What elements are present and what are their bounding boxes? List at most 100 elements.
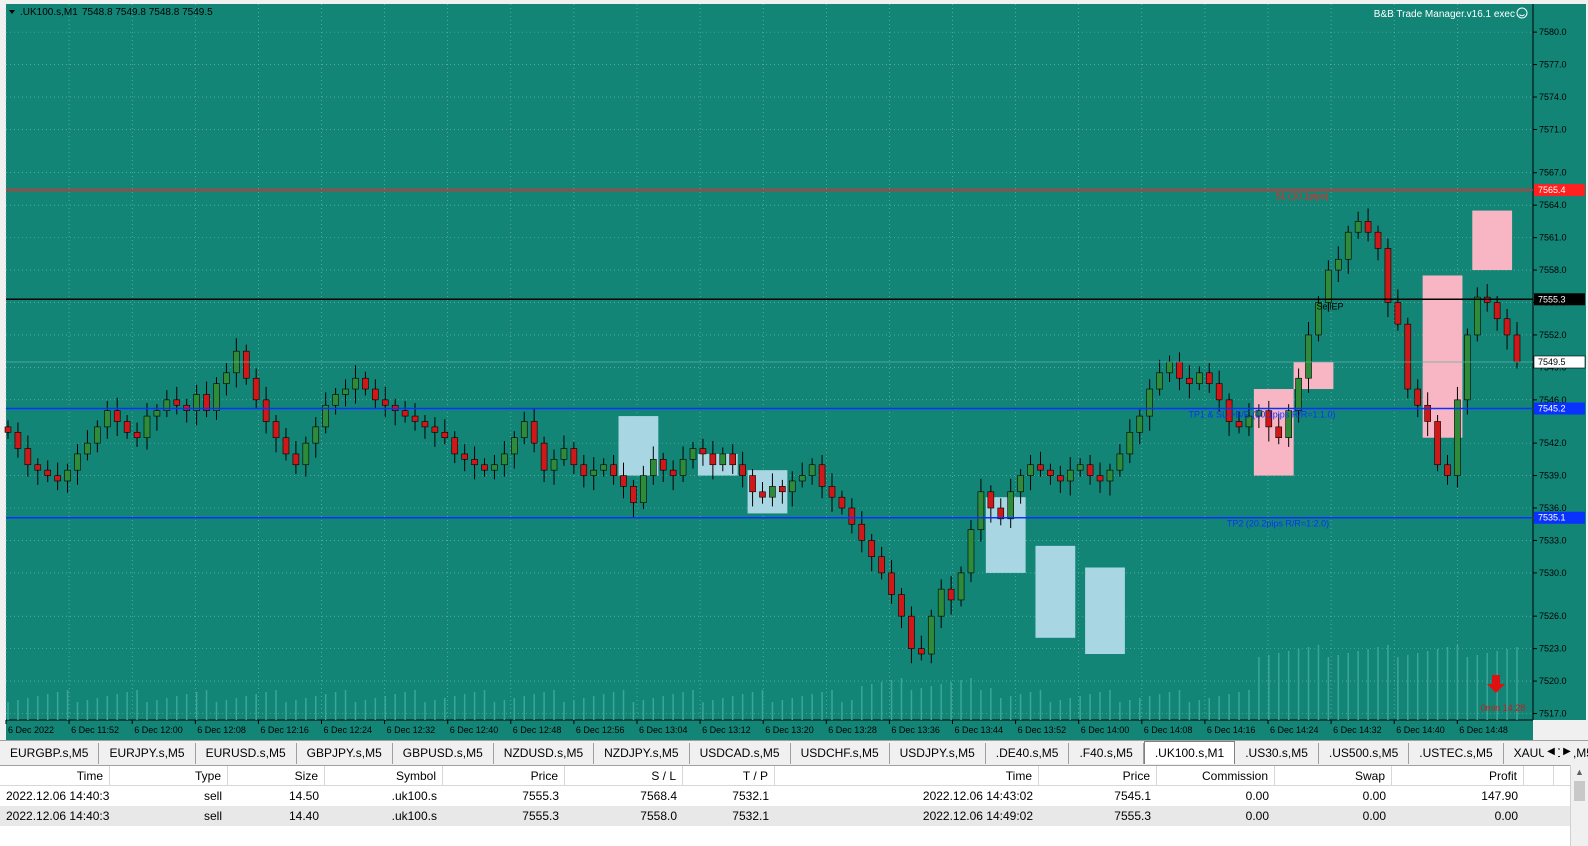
candle-body bbox=[1493, 302, 1501, 320]
candle-body bbox=[858, 523, 866, 541]
x-tick-label: 6 Dec 14:48 bbox=[1459, 725, 1508, 735]
col-swap[interactable]: Swap bbox=[1275, 766, 1392, 785]
candle-body bbox=[1017, 475, 1024, 493]
tab-us500-s-m5[interactable]: .US500.s,M5 bbox=[1318, 743, 1410, 764]
candle-body bbox=[421, 421, 429, 428]
candle-body bbox=[64, 469, 71, 482]
col-close-time[interactable]: Time bbox=[775, 766, 1039, 785]
col-profit[interactable]: Profit bbox=[1392, 766, 1524, 785]
candle-body bbox=[1335, 258, 1342, 271]
pattern-box bbox=[1472, 210, 1513, 271]
tab-ustec-s-m5[interactable]: .USTEC.s,M5 bbox=[1409, 743, 1504, 764]
candle-body bbox=[1086, 464, 1094, 476]
x-tick-label: 6 Dec 14:24 bbox=[1270, 725, 1319, 735]
x-tick-label: 6 Dec 12:16 bbox=[260, 725, 309, 735]
candle-body bbox=[24, 448, 32, 466]
tabs-scroll-left-icon[interactable]: ◀ bbox=[1544, 742, 1558, 762]
tab-f40-s-m5[interactable]: .F40.s,M5 bbox=[1069, 743, 1144, 764]
scroll-thumb[interactable] bbox=[1574, 781, 1585, 801]
candle-body bbox=[1414, 388, 1422, 406]
tab-nzdjpy-s-m5[interactable]: NZDJPY.s,M5 bbox=[594, 743, 690, 764]
tab-us30-s-m5[interactable]: .US30.s,M5 bbox=[1235, 743, 1319, 764]
pattern-box bbox=[1085, 567, 1125, 655]
tab-de40-s-m5[interactable]: .DE40.s,M5 bbox=[985, 743, 1070, 764]
scroll-up-icon[interactable]: ▲ bbox=[1575, 767, 1584, 777]
col-close-price[interactable]: Price bbox=[1039, 766, 1157, 785]
table-row[interactable]: 2022.12.06 14:40:38 sell 14.40 .uk100.s … bbox=[0, 806, 1588, 826]
tab-usdcad-s-m5[interactable]: USDCAD.s,M5 bbox=[689, 743, 791, 764]
tab-eurusd-s-m5[interactable]: EURUSD.s,M5 bbox=[195, 743, 297, 764]
candle-body bbox=[123, 421, 131, 433]
x-tick-label: 6 Dec 14:00 bbox=[1081, 725, 1130, 735]
candle-body bbox=[1047, 469, 1054, 476]
chart-canvas[interactable]: 7580.0 7577.0 7574.0 7571.0 7567.0 7564.0 7561… bbox=[0, 0, 1588, 740]
tab-gbpjpy-s-m5[interactable]: GBPJPY.s,M5 bbox=[296, 743, 393, 764]
candle-body bbox=[242, 350, 250, 379]
candle-body bbox=[44, 469, 52, 476]
candle-body bbox=[1325, 269, 1332, 303]
candle-body bbox=[1215, 383, 1223, 401]
ohlc-readout: 7548.8 7549.8 7548.8 7549.5 bbox=[82, 7, 213, 18]
tab-uk100-s-m1[interactable]: .UK100.s,M1 bbox=[1143, 741, 1236, 764]
y-tick-label: 7526.0 bbox=[1539, 611, 1567, 621]
candle-body bbox=[461, 453, 468, 460]
candle-body bbox=[590, 469, 598, 476]
price-chart[interactable]: 7580.0 7577.0 7574.0 7571.0 7567.0 7564.0 7561… bbox=[0, 0, 1588, 740]
col-commission[interactable]: Commission bbox=[1157, 766, 1275, 785]
candle-body bbox=[1384, 248, 1392, 303]
tab-usdjpy-s-m5[interactable]: USDJPY.s,M5 bbox=[889, 743, 986, 764]
candle-body bbox=[491, 464, 498, 471]
candle-body bbox=[252, 377, 260, 401]
x-tick-label: 6 Dec 12:08 bbox=[197, 725, 246, 735]
candle-body bbox=[441, 432, 449, 439]
y-tick-label: 7558.0 bbox=[1539, 265, 1567, 275]
candle-body bbox=[381, 399, 389, 406]
x-tick-label: 6 Dec 11:52 bbox=[71, 725, 119, 735]
x-tick-label: 6 Dec 12:24 bbox=[324, 725, 373, 735]
candle-body bbox=[759, 491, 766, 498]
candle-body bbox=[798, 475, 806, 482]
col-time[interactable]: Time bbox=[0, 766, 110, 785]
col-sl[interactable]: S / L bbox=[565, 766, 683, 785]
tab-nzdusd-s-m5[interactable]: NZDUSD.s,M5 bbox=[493, 743, 595, 764]
candle-body bbox=[133, 432, 141, 439]
candle-body bbox=[1473, 296, 1481, 336]
candle-body bbox=[372, 388, 379, 401]
chart-tabs: EURGBP.s,M5 EURJPY.s,M5 EURUSD.s,M5 GBPJPY.… bbox=[0, 740, 1588, 764]
candle-body bbox=[898, 594, 905, 617]
candle-body bbox=[918, 648, 925, 655]
candle-body bbox=[1444, 464, 1451, 476]
tab-gbpusd-s-m5[interactable]: GBPUSD.s,M5 bbox=[392, 743, 494, 764]
x-tick-label: 6 Dec 13:36 bbox=[891, 725, 940, 735]
candle-body bbox=[1096, 475, 1104, 482]
y-tick-label: 7564.0 bbox=[1539, 200, 1567, 210]
table-scrollbar[interactable]: ▲ bbox=[1570, 765, 1588, 846]
col-symbol[interactable]: Symbol bbox=[325, 766, 443, 785]
candle-body bbox=[14, 432, 22, 449]
candle-body bbox=[699, 448, 707, 455]
sl-line-label: SL (10.1pips) bbox=[1275, 191, 1328, 201]
candle-body bbox=[113, 410, 121, 422]
tab-eurgbp-s-m5[interactable]: EURGBP.s,M5 bbox=[0, 743, 100, 764]
col-type[interactable]: Type bbox=[110, 766, 228, 785]
col-size[interactable]: Size bbox=[228, 766, 325, 785]
tp1-line-label: TP1 & SL->B/E (10.1pips R/R=1:1.0) bbox=[1188, 410, 1335, 420]
candle-body bbox=[719, 453, 727, 466]
candle-body bbox=[4, 426, 12, 433]
col-tp[interactable]: T / P bbox=[683, 766, 775, 785]
table-row[interactable]: 2022.12.06 14:40:38 sell 14.50 .uk100.s … bbox=[0, 786, 1588, 806]
candle-body bbox=[957, 572, 965, 601]
col-price[interactable]: Price bbox=[443, 766, 565, 785]
candle-body bbox=[927, 615, 935, 655]
candle-body bbox=[769, 486, 776, 498]
x-tick-label: 6 Dec 13:20 bbox=[765, 725, 814, 735]
x-tick-label: 6 Dec 12:32 bbox=[387, 725, 436, 735]
tab-usdchf-s-m5[interactable]: USDCHF.s,M5 bbox=[790, 743, 890, 764]
pattern-box bbox=[1035, 545, 1076, 638]
candle-body bbox=[520, 421, 528, 439]
tab-eurjpy-s-m5[interactable]: EURJPY.s,M5 bbox=[99, 743, 196, 764]
y-tick-label: 7530.0 bbox=[1539, 568, 1567, 578]
candle-body bbox=[1126, 432, 1134, 455]
tabs-scroll-right-icon[interactable]: ▶ bbox=[1560, 742, 1574, 762]
candle-body bbox=[411, 415, 419, 422]
